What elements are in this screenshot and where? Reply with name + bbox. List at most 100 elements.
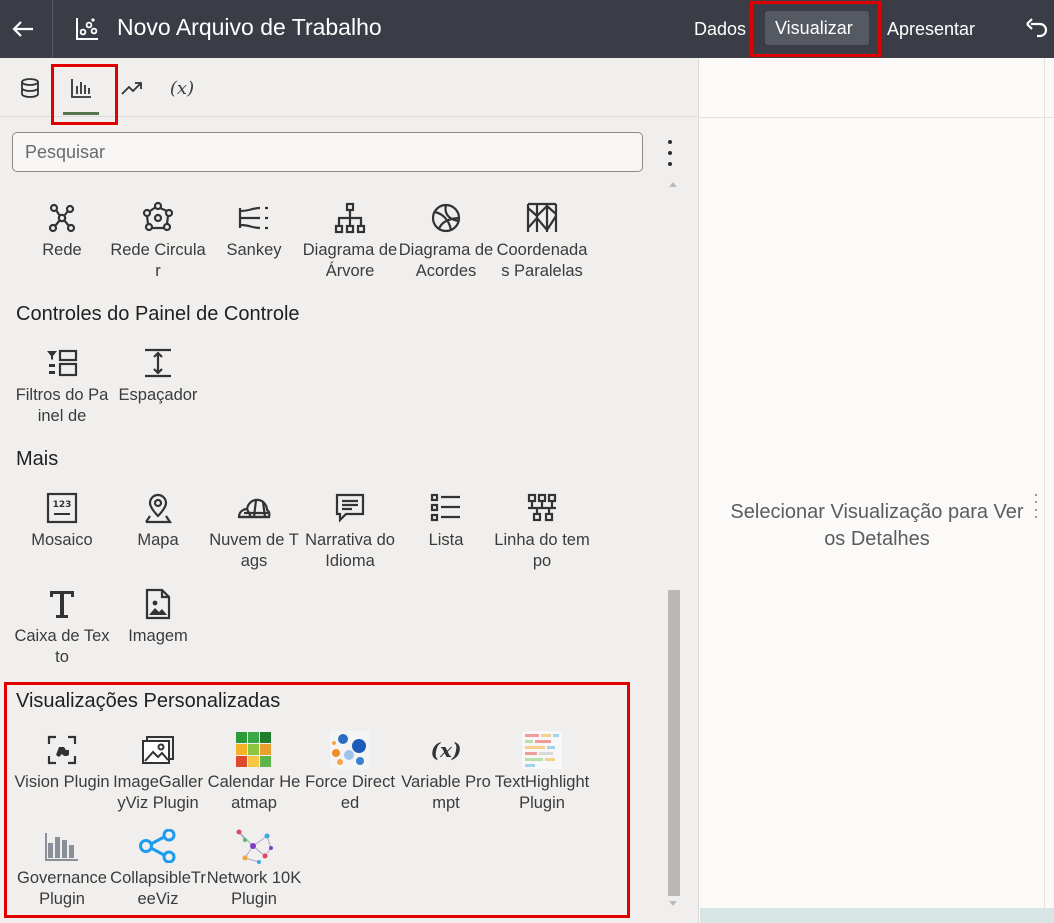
viz-label: Coordenadas Paralelas — [496, 241, 588, 280]
viz-chord-diagram[interactable]: Diagrama de Acordes — [398, 198, 494, 282]
svg-text:123: 123 — [53, 500, 72, 510]
viz-image-gallery-plugin[interactable]: ImageGalleryViz Plugin — [110, 730, 206, 814]
tag-cloud-icon — [237, 498, 271, 519]
text-box-icon — [50, 591, 74, 618]
viz-collapsible-tree[interactable]: CollapsibleTreeViz — [110, 826, 206, 910]
viz-variable-prompt[interactable]: (x) Variable Prompt — [398, 730, 494, 814]
viz-label: Mosaico — [31, 531, 93, 549]
nav-present-tab[interactable]: Apresentar — [877, 13, 985, 45]
top-bar: Novo Arquivo de Trabalho Dados Visualiza… — [0, 0, 1054, 58]
dashboard-filters-icon — [47, 349, 78, 377]
undo-icon[interactable] — [1024, 16, 1050, 42]
viz-timeline[interactable]: Linha do tempo — [494, 488, 590, 572]
list-icon — [430, 493, 460, 522]
viz-language-narrative[interactable]: Narrativa do Idioma — [302, 488, 398, 572]
tree-diagram-icon — [334, 202, 366, 234]
viz-spacer[interactable]: Espaçador — [110, 343, 206, 406]
language-narrative-icon — [335, 493, 365, 523]
image-icon — [145, 588, 171, 620]
viz-network[interactable]: Rede — [14, 198, 110, 261]
trend-icon — [121, 82, 142, 95]
empty-details-message: Selecionar Visualização para Ver os Deta… — [730, 501, 1024, 550]
viz-network-10k-plugin[interactable]: Network 10K Plugin — [206, 826, 302, 910]
viz-vision-plugin[interactable]: Vision Plugin — [14, 730, 110, 793]
viz-list[interactable]: Lista — [398, 488, 494, 551]
map-pin-icon — [145, 493, 173, 524]
viz-force-directed[interactable]: Force Directed — [302, 730, 398, 814]
viz-parallel-coordinates[interactable]: Coordenadas Paralelas — [494, 198, 590, 282]
viz-label: Calendar Heatmap — [207, 773, 301, 812]
viz-calendar-heatmap[interactable]: Calendar Heatmap — [206, 730, 302, 814]
bottom-tab-strip — [700, 908, 1054, 923]
variable-prompt-icon: (x) — [430, 738, 462, 762]
scroll-down-arrow[interactable] — [669, 901, 677, 906]
viz-text-highlight-plugin[interactable]: TextHighlight Plugin — [494, 730, 590, 814]
viz-tag-cloud[interactable]: Nuvem de Tags — [206, 488, 302, 572]
viz-label: Sankey — [226, 241, 282, 259]
viz-label: Network 10K Plugin — [206, 869, 302, 908]
viz-label: Diagrama de Árvore — [302, 241, 398, 280]
tile-icon: 123 — [46, 492, 78, 524]
viz-label: Variable Prompt — [401, 773, 491, 812]
viz-label: TextHighlight Plugin — [494, 773, 590, 812]
viz-map[interactable]: Mapa — [110, 488, 206, 551]
panel-tabs: (x) — [0, 58, 698, 117]
governance-plugin-icon — [45, 833, 78, 861]
search-input[interactable] — [12, 132, 643, 172]
scrollbar-thumb[interactable] — [668, 590, 680, 896]
page-title: Novo Arquivo de Trabalho — [117, 14, 382, 40]
timeline-icon — [527, 493, 557, 522]
resize-handle[interactable] — [1035, 494, 1038, 518]
sankey-icon — [238, 206, 268, 230]
active-tab-indicator — [63, 112, 99, 115]
nav-visualize-tab[interactable]: Visualizar — [765, 11, 869, 45]
tab-expressions[interactable]: (x) — [164, 70, 200, 106]
viz-label: ImageGalleryViz Plugin — [113, 773, 203, 812]
viz-label: Governance Plugin — [17, 869, 107, 908]
calendar-heatmap-icon — [236, 732, 271, 767]
viz-label: Nuvem de Tags — [209, 531, 299, 570]
section-title-more: Mais — [16, 448, 59, 470]
section-title-dashboard-controls: Controles do Painel de Controle — [16, 303, 300, 325]
viz-label: Caixa de Texto — [14, 627, 110, 666]
viz-label: Espaçador — [118, 386, 198, 404]
network-icon — [48, 203, 76, 233]
tab-data[interactable] — [12, 70, 48, 106]
tab-analytics[interactable] — [114, 70, 150, 106]
viz-label: Vision Plugin — [14, 773, 110, 791]
viz-governance-plugin[interactable]: Governance Plugin — [14, 826, 110, 910]
force-directed-icon — [330, 731, 370, 769]
viz-text-box[interactable]: Caixa de Texto — [14, 584, 110, 668]
viz-label: Imagem — [128, 627, 188, 645]
viz-image[interactable]: Imagem — [110, 584, 206, 647]
more-options-button[interactable] — [660, 138, 680, 168]
database-icon — [21, 78, 39, 98]
viz-dashboard-filters[interactable]: Filtros do Painel de — [14, 343, 110, 427]
vision-plugin-icon — [47, 735, 77, 765]
image-gallery-icon — [142, 736, 174, 764]
workbook-icon — [76, 18, 98, 40]
viz-tree-diagram[interactable]: Diagrama de Árvore — [302, 198, 398, 282]
back-button[interactable] — [0, 0, 46, 58]
viz-label: Filtros do Painel de — [15, 386, 109, 425]
viz-label: Force Directed — [305, 773, 395, 812]
viz-tile[interactable]: 123 Mosaico — [14, 488, 110, 551]
viz-label: Narrativa do Idioma — [305, 531, 395, 570]
canvas-edge — [1044, 58, 1054, 923]
back-arrow-icon — [12, 21, 33, 37]
parallel-coordinates-icon — [526, 202, 558, 232]
chord-diagram-icon — [431, 203, 461, 233]
viz-sankey[interactable]: Sankey — [206, 198, 302, 261]
viz-label: Lista — [428, 531, 464, 549]
header-divider — [52, 0, 53, 58]
text-highlight-icon — [522, 731, 562, 769]
circular-network-icon — [142, 201, 174, 232]
viz-label: Linha do tempo — [494, 531, 590, 570]
function-icon: (x) — [169, 77, 195, 99]
nav-data-tab[interactable]: Dados — [684, 13, 756, 45]
viz-circular-network[interactable]: Rede Circular — [110, 198, 206, 282]
spacer-icon — [145, 348, 171, 378]
viz-label: Rede — [42, 241, 82, 259]
viz-label: Mapa — [137, 531, 179, 549]
tab-visualizations[interactable] — [63, 70, 99, 106]
